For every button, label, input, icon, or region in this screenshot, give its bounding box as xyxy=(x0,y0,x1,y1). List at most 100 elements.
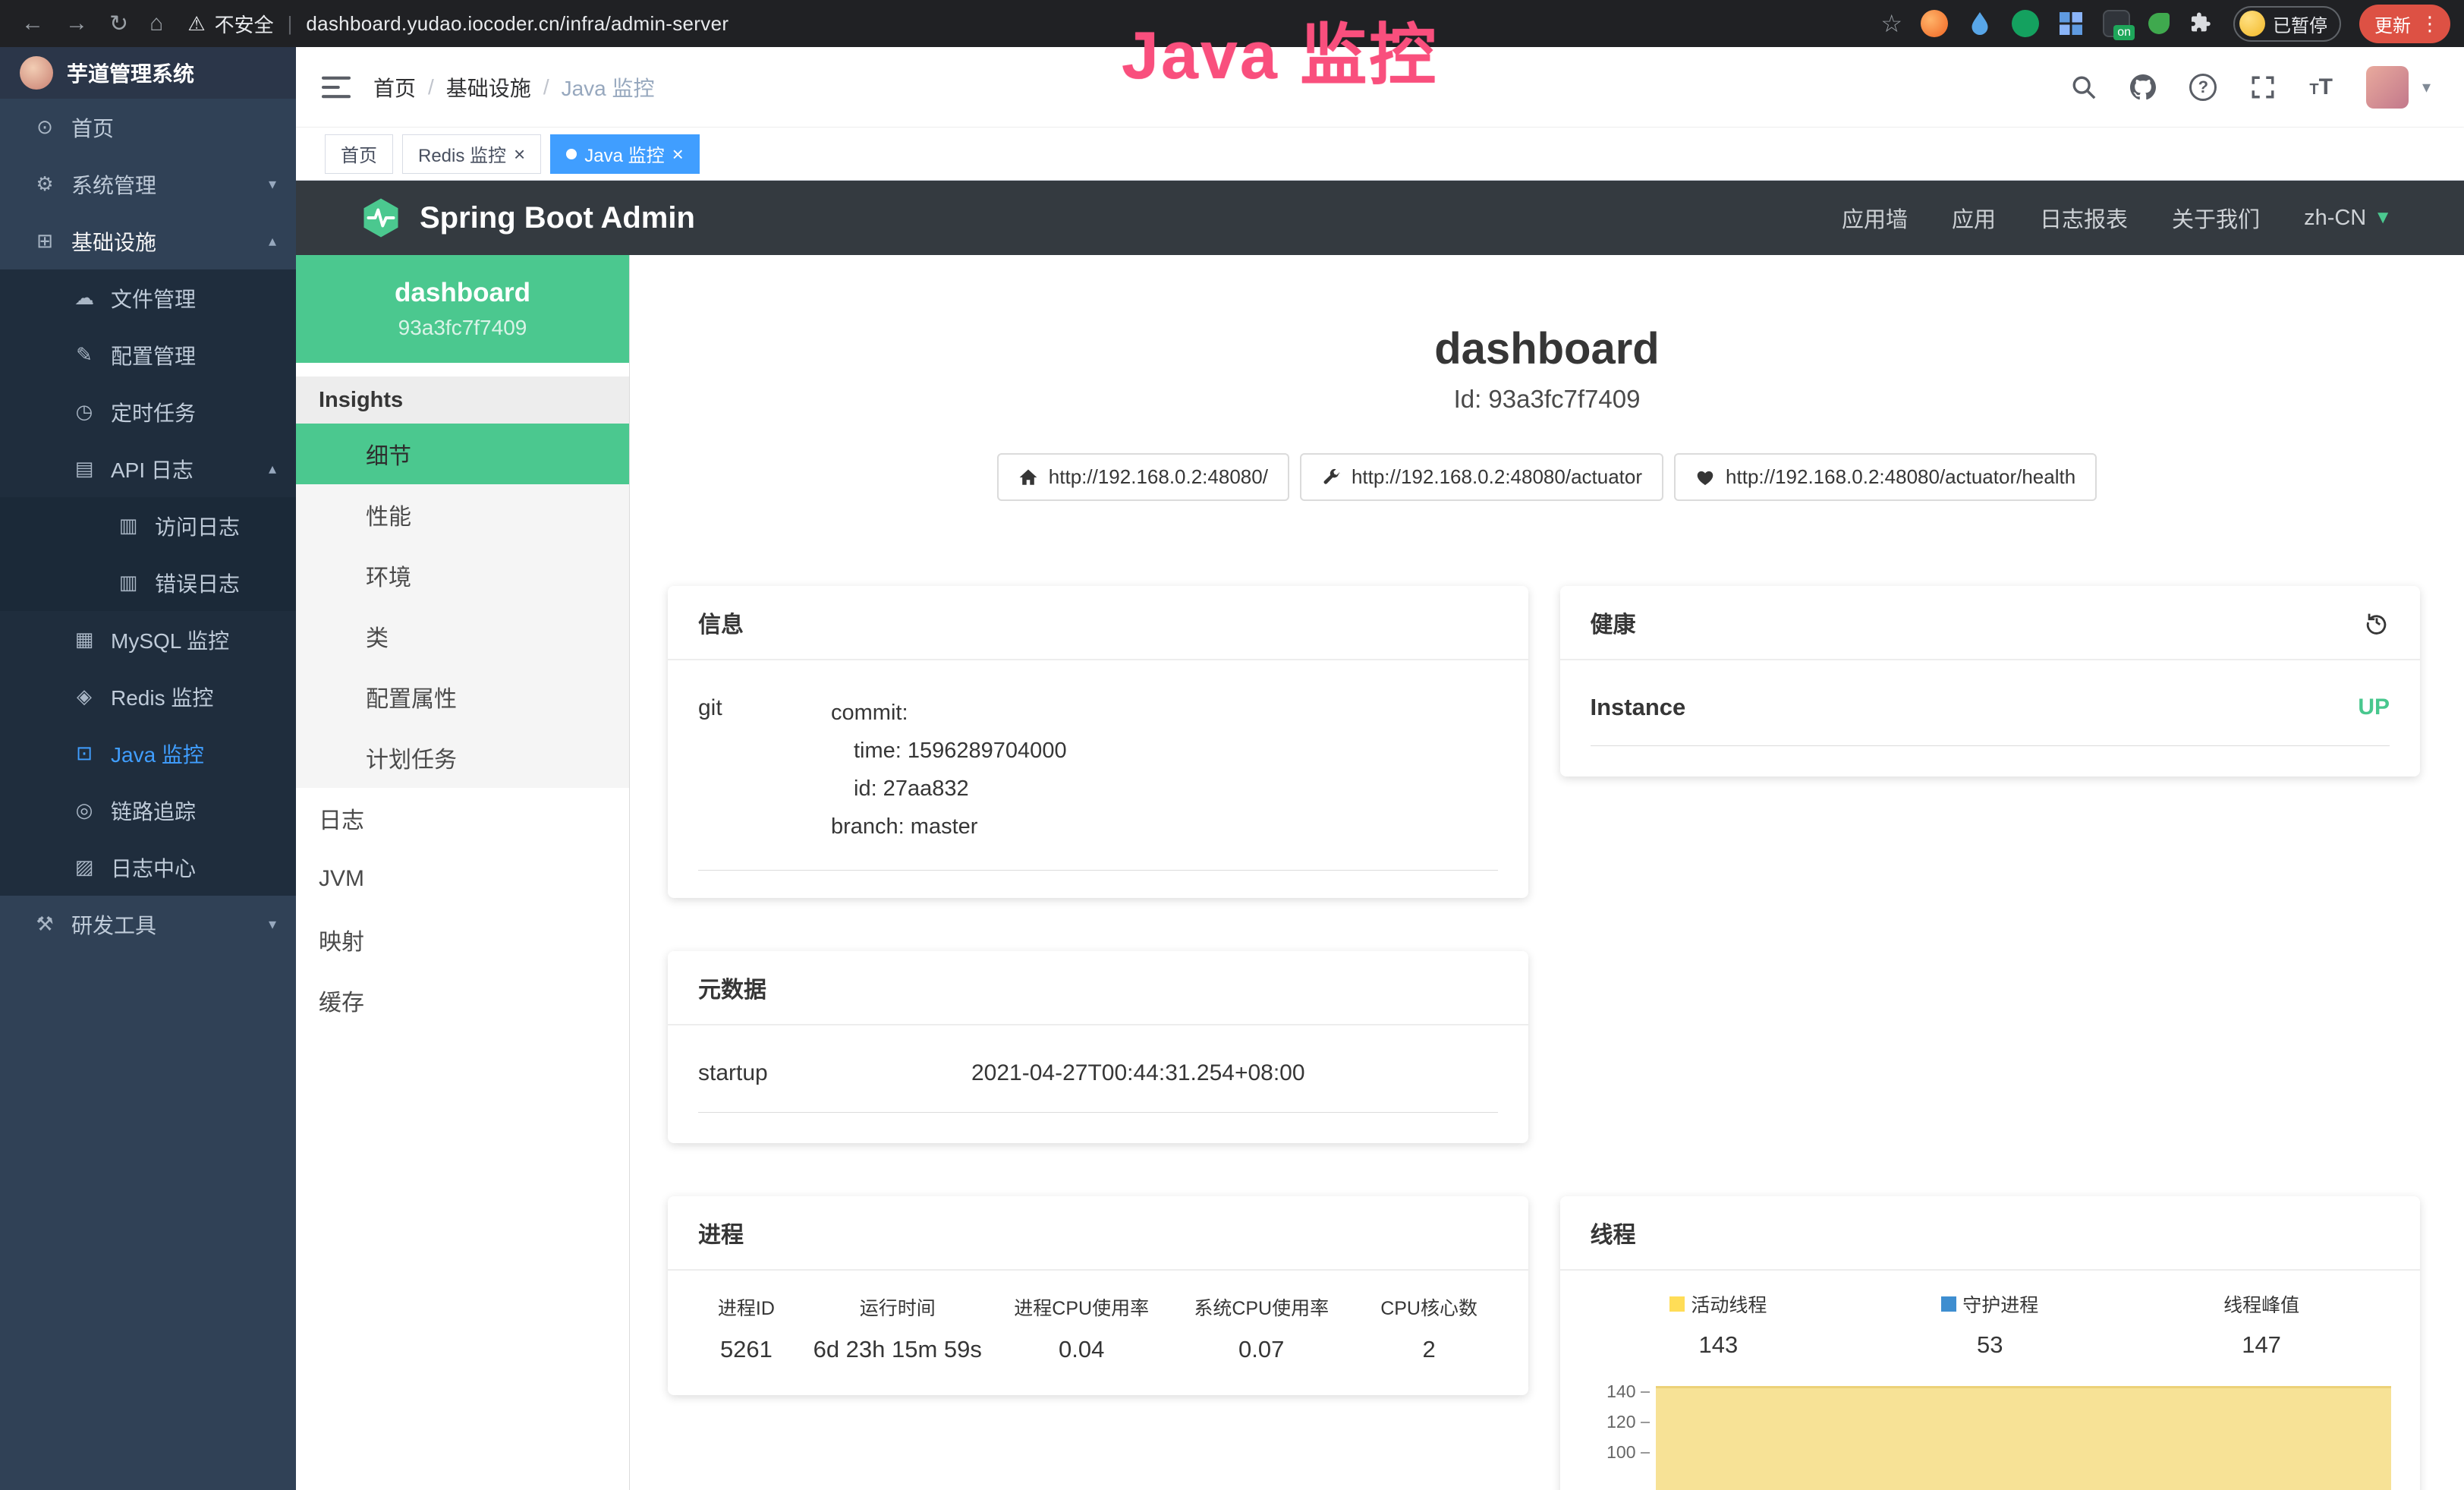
sidebar-item-tracing[interactable]: ◎ 链路追踪 xyxy=(0,782,296,839)
menu-item-metrics[interactable]: 性能 xyxy=(296,484,629,545)
extension-grid-icon[interactable] xyxy=(2057,10,2085,37)
live-threads-area xyxy=(1656,1386,2392,1490)
menu-item-caches[interactable]: 缓存 xyxy=(296,970,629,1031)
y-tick-mark xyxy=(1641,1422,1650,1423)
user-avatar[interactable] xyxy=(2366,66,2409,109)
sba-nav-wallboard[interactable]: 应用墙 xyxy=(1842,202,1908,234)
refresh-icon[interactable]: ↻ xyxy=(109,11,128,37)
menu-item-details[interactable]: 细节 xyxy=(296,424,629,484)
menu-item-config-props[interactable]: 配置属性 xyxy=(296,666,629,727)
breadcrumb-separator: / xyxy=(428,75,434,99)
sidebar-logo[interactable]: 芋道管理系统 xyxy=(0,47,296,99)
sba-nav-applications[interactable]: 应用 xyxy=(1952,202,1996,234)
sba-nav-journal[interactable]: 日志报表 xyxy=(2040,202,2128,234)
sidebar-item-files[interactable]: ☁ 文件管理 xyxy=(0,269,296,326)
sidebar-item-system[interactable]: ⚙ 系统管理 ▾ xyxy=(0,156,296,213)
instance-header[interactable]: dashboard 93a3fc7f7409 xyxy=(296,255,629,363)
redis-icon: ◈ xyxy=(70,685,99,708)
font-size-icon[interactable]: TT xyxy=(2309,74,2333,100)
y-tick-mark xyxy=(1641,1452,1650,1454)
process-col-pid: 进程ID 5261 xyxy=(689,1293,804,1363)
legend-value: 53 xyxy=(1854,1331,2126,1359)
browser-home-icon[interactable]: ⌂ xyxy=(149,11,163,36)
sidebar-item-api-logs[interactable]: ▤ API 日志 ▴ xyxy=(0,440,296,497)
health-card-header: 健康 xyxy=(1560,586,2421,660)
security-warning-icon: ⚠ xyxy=(187,12,205,36)
back-icon[interactable]: ← xyxy=(21,11,44,36)
trace-icon: ◎ xyxy=(70,799,99,822)
sba-logo-icon[interactable] xyxy=(360,197,401,238)
profile-chip[interactable]: 已暂停 xyxy=(2233,6,2341,42)
legend-value: 143 xyxy=(1583,1331,1855,1359)
extension-leaf-icon[interactable] xyxy=(2148,13,2170,34)
sidebar-item-java-monitor[interactable]: ⊡ Java 监控 xyxy=(0,725,296,782)
menu-item-mappings[interactable]: 映射 xyxy=(296,909,629,970)
forward-icon[interactable]: → xyxy=(65,11,88,36)
column-value: 6d 23h 15m 59s xyxy=(804,1336,992,1363)
tag-redis-monitor[interactable]: Redis 监控 × xyxy=(402,134,541,174)
sba-brand[interactable]: Spring Boot Admin xyxy=(420,201,695,235)
breadcrumb-home[interactable]: 首页 xyxy=(373,72,416,102)
url-text[interactable]: dashboard.yudao.iocoder.cn/infra/admin-s… xyxy=(306,12,729,36)
sba-logo-glyph xyxy=(360,197,401,238)
address-bar[interactable]: ⚠ 不安全 | dashboard.yudao.iocoder.cn/infra… xyxy=(187,10,729,38)
health-url-button[interactable]: http://192.168.0.2:48080/actuator/health xyxy=(1674,453,2097,501)
browser-menu-dots-icon[interactable]: ⋮ xyxy=(2420,12,2440,36)
sidebar-item-mysql-monitor[interactable]: ▦ MySQL 监控 xyxy=(0,611,296,668)
help-icon[interactable]: ? xyxy=(2189,74,2217,101)
process-col-cpus: CPU核心数 2 xyxy=(1352,1293,1507,1363)
tag-label: Java 监控 xyxy=(584,140,664,167)
menu-item-logs[interactable]: 日志 xyxy=(296,788,629,849)
extension-switch-icon[interactable]: on xyxy=(2103,10,2130,37)
menu-item-jvm[interactable]: JVM xyxy=(296,849,629,909)
breadcrumb: 首页 / 基础设施 / Java 监控 xyxy=(373,72,655,102)
menu-item-environment[interactable]: 环境 xyxy=(296,545,629,606)
extension-fox-icon[interactable] xyxy=(1921,10,1948,37)
profile-label: 已暂停 xyxy=(2273,11,2327,37)
actuator-url-button[interactable]: http://192.168.0.2:48080/actuator xyxy=(1300,453,1663,501)
security-label[interactable]: 不安全 xyxy=(215,10,274,38)
address-separator: | xyxy=(288,12,293,36)
sidebar-item-log-center[interactable]: ▨ 日志中心 xyxy=(0,839,296,896)
avatar-caret-icon[interactable]: ▾ xyxy=(2422,77,2431,97)
close-icon[interactable]: × xyxy=(672,144,684,164)
info-key: git xyxy=(698,694,831,846)
update-button[interactable]: 更新 ⋮ xyxy=(2359,5,2450,43)
hamburger-icon[interactable] xyxy=(322,75,351,99)
extensions-puzzle-icon[interactable] xyxy=(2188,10,2215,37)
tag-java-monitor[interactable]: Java 监控 × xyxy=(550,134,700,174)
menu-item-classes[interactable]: 类 xyxy=(296,606,629,666)
close-icon[interactable]: × xyxy=(514,144,525,164)
menu-item-scheduled-tasks[interactable]: 计划任务 xyxy=(296,727,629,788)
extension-green-circle-icon[interactable] xyxy=(2012,10,2039,37)
extension-drop-icon[interactable] xyxy=(1966,10,1994,37)
sidebar-item-scheduled-jobs[interactable]: ◷ 定时任务 xyxy=(0,383,296,440)
mysql-icon: ▦ xyxy=(70,628,99,651)
sidebar-item-label: 错误日志 xyxy=(155,568,240,598)
search-icon[interactable] xyxy=(2071,74,2097,100)
sidebar-item-home[interactable]: ⊙ 首页 xyxy=(0,99,296,156)
threads-card-title: 线程 xyxy=(1591,1216,1636,1249)
history-icon[interactable] xyxy=(2364,610,2390,635)
instance-links: http://192.168.0.2:48080/ http://192.168… xyxy=(630,453,2464,501)
sidebar-item-infrastructure[interactable]: ⊞ 基础设施 ▴ xyxy=(0,213,296,269)
sidebar-item-redis-monitor[interactable]: ◈ Redis 监控 xyxy=(0,668,296,725)
tag-home[interactable]: 首页 xyxy=(325,134,393,174)
fullscreen-icon[interactable] xyxy=(2250,74,2276,100)
sba-nav-about[interactable]: 关于我们 xyxy=(2172,202,2260,234)
sidebar-item-access-logs[interactable]: ▥ 访问日志 xyxy=(0,497,296,554)
header-actions: ? TT ▾ xyxy=(2071,66,2431,109)
bookmark-star-icon[interactable]: ☆ xyxy=(1880,9,1902,38)
sba-language-select[interactable]: zh-CN ▼ xyxy=(2304,206,2392,231)
github-icon[interactable] xyxy=(2130,74,2156,100)
sidebar-item-config[interactable]: ✎ 配置管理 xyxy=(0,326,296,383)
sidebar-item-error-logs[interactable]: ▥ 错误日志 xyxy=(0,554,296,611)
app: 芋道管理系统 ⊙ 首页 ⚙ 系统管理 ▾ ⊞ 基础设施 ▴ ☁ 文件管理 ✎ xyxy=(0,47,2464,1490)
sidebar-item-label: 首页 xyxy=(71,112,114,143)
breadcrumb-infrastructure[interactable]: 基础设施 xyxy=(446,72,531,102)
sidebar-item-devtools[interactable]: ⚒ 研发工具 ▾ xyxy=(0,896,296,953)
git-branch: branch: master xyxy=(831,808,1067,846)
file-cloud-icon: ☁ xyxy=(70,286,99,310)
service-url-button[interactable]: http://192.168.0.2:48080/ xyxy=(997,453,1289,501)
process-col-uptime: 运行时间 6d 23h 15m 59s xyxy=(804,1293,992,1363)
